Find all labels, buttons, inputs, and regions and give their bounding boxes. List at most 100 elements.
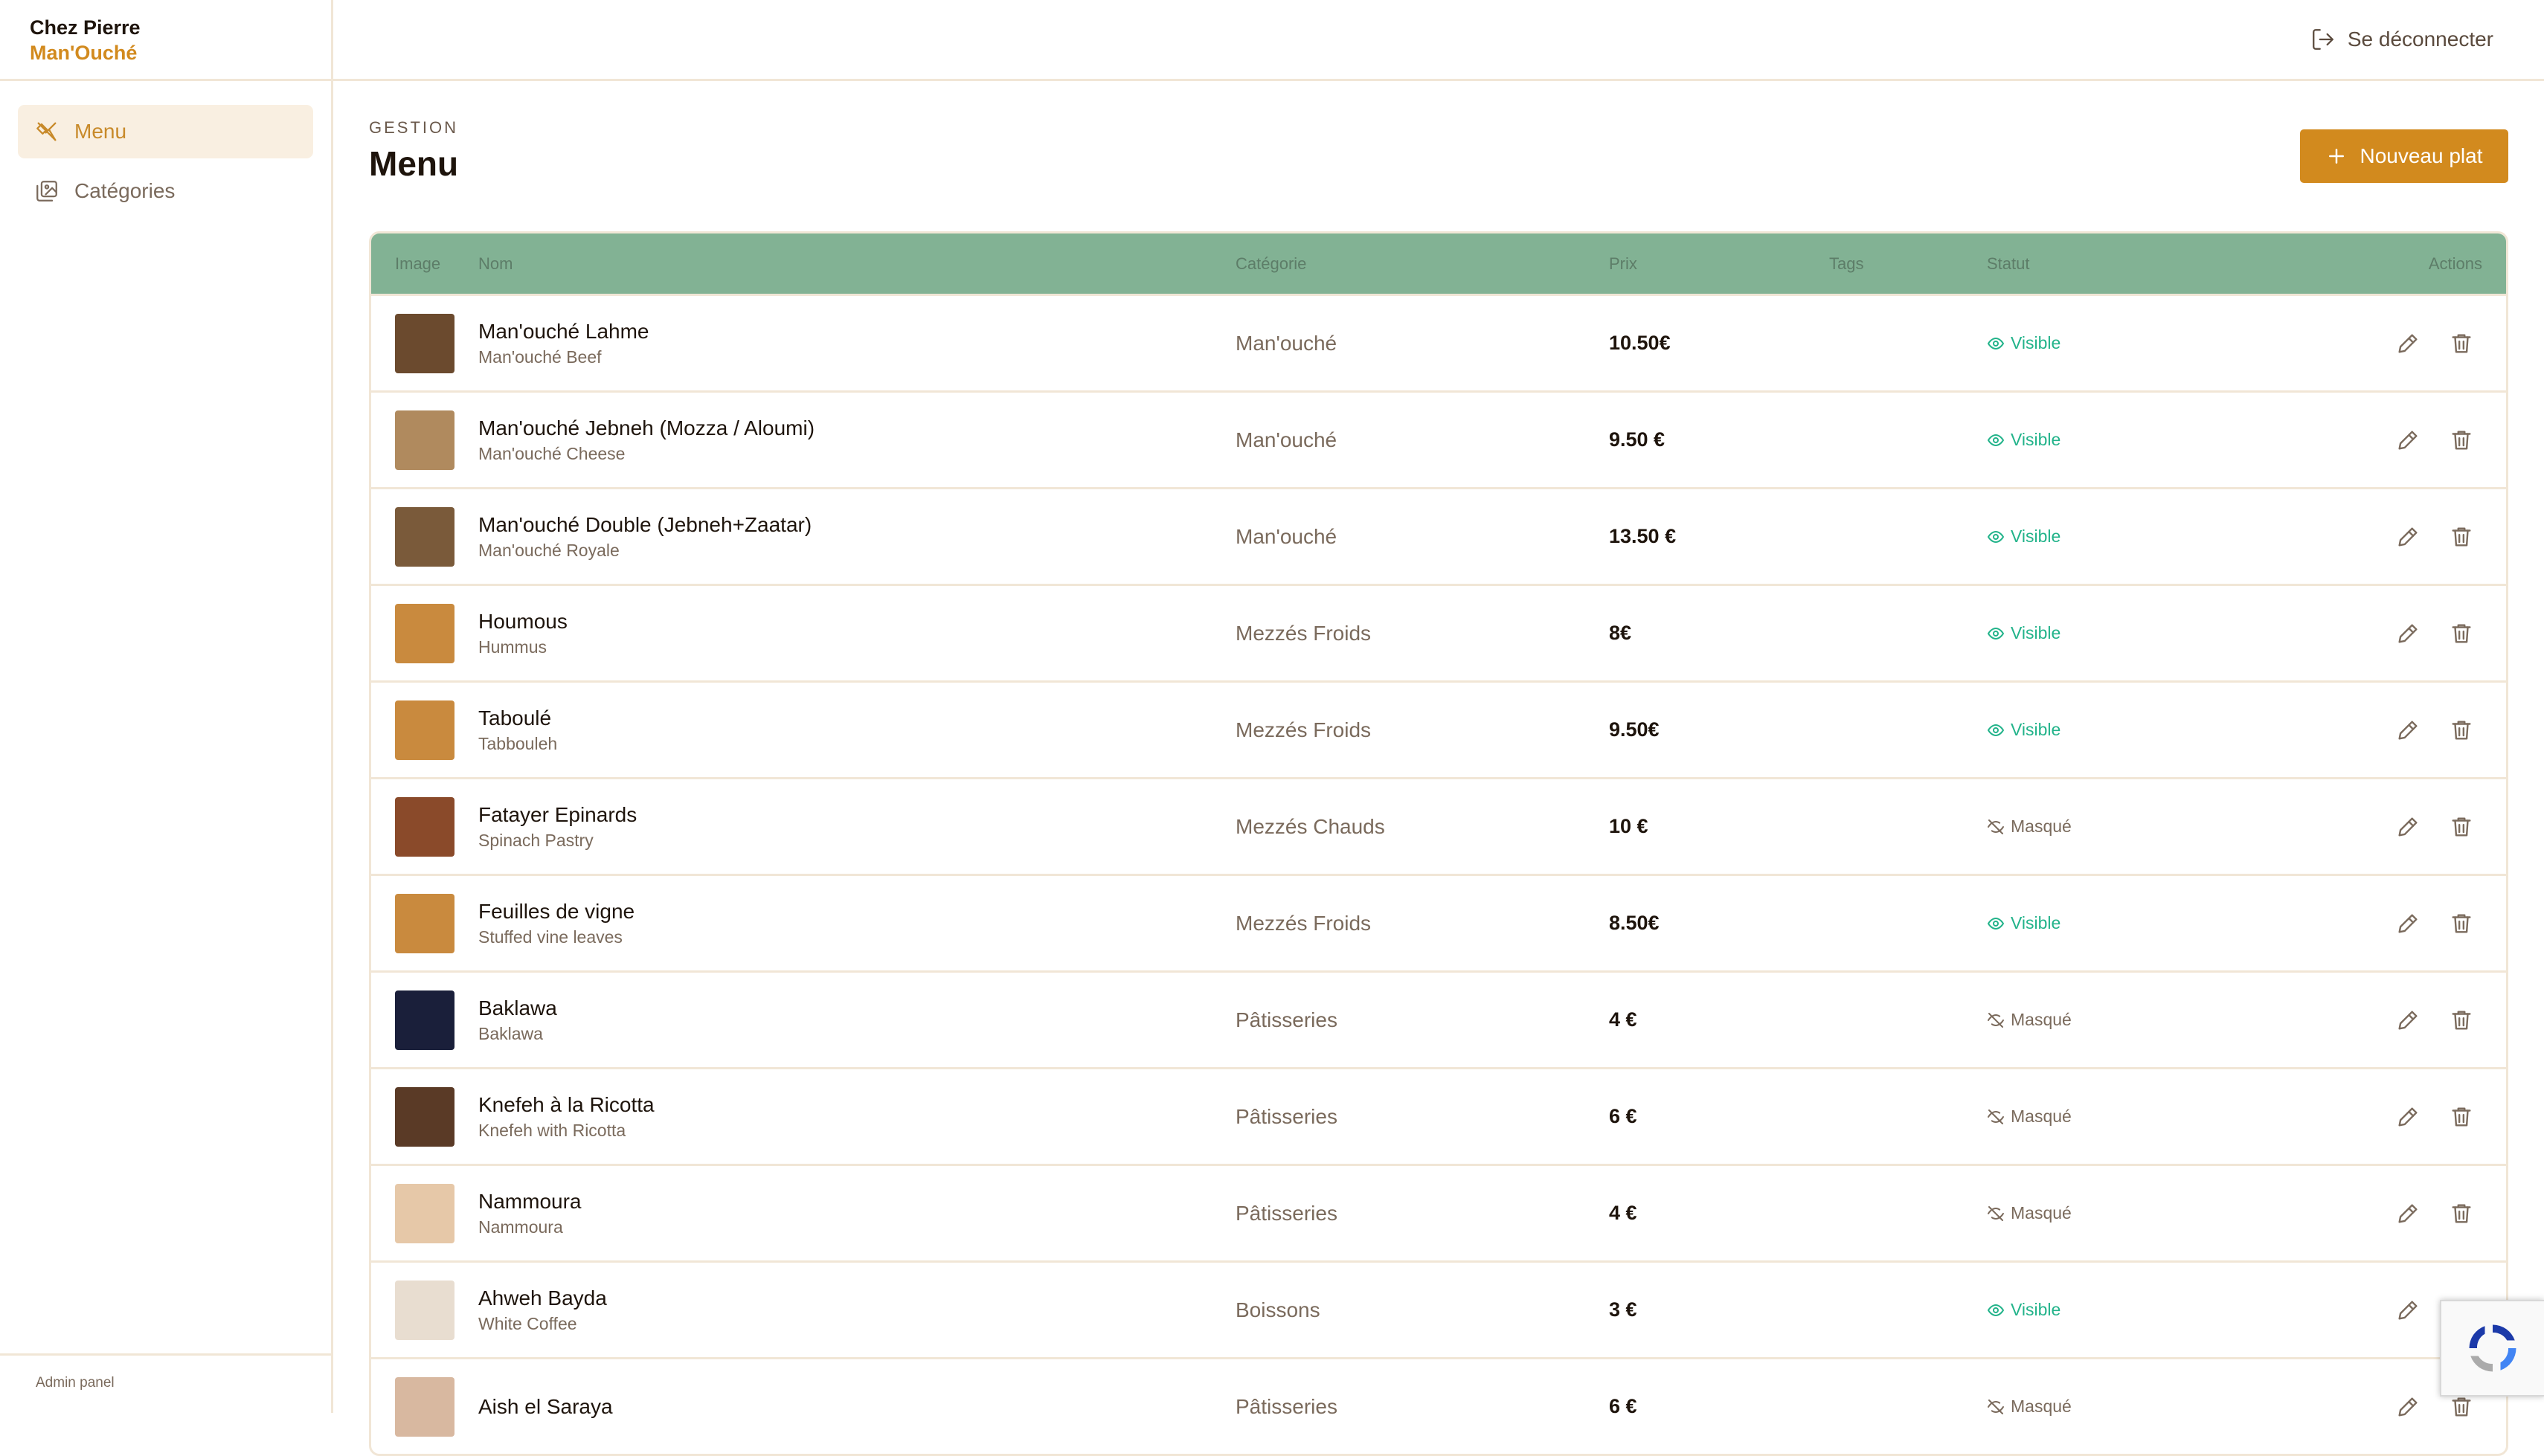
edit-button[interactable]	[2387, 1386, 2429, 1428]
recaptcha-badge[interactable]	[2440, 1300, 2544, 1397]
dish-price: 9.50€	[1609, 718, 1660, 741]
edit-button[interactable]	[2387, 1289, 2429, 1331]
table-row: Knefeh à la Ricotta Knefeh with Ricotta Pâ…	[371, 1067, 2506, 1164]
table-row: Man'ouché Jebneh (Mozza / Aloumi) Man'ouc…	[371, 390, 2506, 487]
dish-price: 3 €	[1609, 1298, 1637, 1321]
status-badge[interactable]: Masqué	[1987, 816, 2284, 837]
dish-name: Man'ouché Lahme	[478, 319, 649, 343]
sidebar-item-categories[interactable]: Catégories	[18, 164, 313, 218]
eye-icon	[1988, 917, 2004, 930]
actions-cell	[2284, 806, 2506, 848]
edit-button[interactable]	[2387, 323, 2429, 364]
edit-button[interactable]	[2387, 1096, 2429, 1138]
dish-price: 9.50 €	[1609, 428, 1666, 451]
actions-cell	[2284, 516, 2506, 558]
dish-name: Man'ouché Double (Jebneh+Zaatar)	[478, 512, 812, 536]
dish-price: 8.50€	[1609, 912, 1660, 934]
status-badge[interactable]: Masqué	[1987, 1203, 2284, 1223]
actions-cell	[2284, 1193, 2506, 1234]
status-badge[interactable]: Masqué	[1987, 1397, 2284, 1417]
dish-subtitle: Nammoura	[478, 1217, 563, 1237]
delete-button[interactable]	[2441, 999, 2482, 1041]
edit-button[interactable]	[2387, 806, 2429, 848]
sidebar-item-menu[interactable]: Menu	[18, 105, 313, 158]
dish-price: 10 €	[1609, 815, 1648, 837]
brand-subname: Man'Ouché	[30, 42, 138, 64]
dish-thumbnail	[395, 506, 454, 567]
edit-button[interactable]	[2387, 1193, 2429, 1234]
status-cell: Visible	[1987, 1300, 2284, 1320]
delete-button[interactable]	[2441, 516, 2482, 558]
delete-button[interactable]	[2441, 903, 2482, 944]
delete-button[interactable]	[2441, 419, 2482, 461]
delete-button[interactable]	[2441, 1193, 2482, 1234]
eye-icon	[1988, 627, 2004, 640]
image-cell	[371, 700, 478, 760]
status-badge[interactable]: Visible	[1987, 1300, 2284, 1320]
table-row: Houmous Hummus Mezzés Froids 8€ Visible	[371, 584, 2506, 680]
dish-thumbnail	[395, 700, 454, 760]
eye-off-icon	[1988, 1109, 2004, 1124]
dish-thumbnail	[395, 603, 454, 663]
eye-icon	[1988, 434, 2004, 446]
status-badge[interactable]: Visible	[1987, 430, 2284, 450]
table-row: Feuilles de vigne Stuffed vine leaves Mezz…	[371, 874, 2506, 970]
status-cell: Visible	[1987, 623, 2284, 643]
status-label: Masqué	[2011, 1397, 2072, 1416]
utensils-icon	[36, 122, 57, 141]
trash-icon	[2452, 1010, 2471, 1030]
edit-button[interactable]	[2387, 419, 2429, 461]
dish-category: Boissons	[1236, 1298, 1320, 1321]
main-content: GESTION Menu Nouveau plat Image Nom Caté…	[369, 81, 2508, 1456]
dish-category: Pâtisseries	[1236, 1201, 1337, 1225]
status-badge[interactable]: Visible	[1987, 526, 2284, 547]
name-cell: Man'ouché Double (Jebneh+Zaatar) Man'ouch…	[478, 512, 1236, 562]
trash-icon	[2452, 1397, 2471, 1417]
trash-icon	[2452, 816, 2471, 837]
dish-thumbnail	[395, 1183, 454, 1243]
status-badge[interactable]: Visible	[1987, 333, 2284, 353]
name-cell: Aish el Saraya	[478, 1394, 1236, 1420]
name-cell: Knefeh à la Ricotta Knefeh with Ricotta	[478, 1092, 1236, 1142]
status-label: Visible	[2011, 720, 2061, 739]
pencil-icon	[2398, 913, 2418, 933]
edit-button[interactable]	[2387, 999, 2429, 1041]
actions-cell	[2284, 903, 2506, 944]
delete-button[interactable]	[2441, 806, 2482, 848]
table-row: Aish el Saraya Pâtisseries 6 € Masqué	[371, 1357, 2506, 1454]
dish-subtitle: Man'ouché Royale	[478, 540, 620, 560]
delete-button[interactable]	[2441, 1096, 2482, 1138]
status-cell: Visible	[1987, 720, 2284, 740]
delete-button[interactable]	[2441, 323, 2482, 364]
eye-off-icon	[1988, 819, 2004, 834]
delete-button[interactable]	[2441, 613, 2482, 654]
logout-icon	[2312, 29, 2333, 50]
pencil-icon	[2398, 1203, 2418, 1223]
pencil-icon	[2398, 1397, 2418, 1417]
edit-button[interactable]	[2387, 613, 2429, 654]
delete-button[interactable]	[2441, 709, 2482, 751]
logout-button[interactable]: Se déconnecter	[2310, 27, 2493, 52]
status-badge[interactable]: Masqué	[1987, 1107, 2284, 1127]
dish-category: Pâtisseries	[1236, 1394, 1337, 1418]
dish-subtitle: Man'ouché Cheese	[478, 443, 626, 463]
status-badge[interactable]: Visible	[1987, 623, 2284, 643]
status-badge[interactable]: Visible	[1987, 913, 2284, 933]
status-badge[interactable]: Visible	[1987, 720, 2284, 740]
dish-category: Mezzés Froids	[1236, 621, 1372, 645]
dish-category: Man'ouché	[1236, 428, 1337, 451]
pencil-icon	[2398, 526, 2418, 547]
trash-icon	[2452, 720, 2471, 740]
table-row: Baklawa Baklawa Pâtisseries 4 € Masqué	[371, 970, 2506, 1067]
new-dish-label: Nouveau plat	[2360, 144, 2483, 167]
table-row: Nammoura Nammoura Pâtisseries 4 € Masqué	[371, 1164, 2506, 1260]
edit-button[interactable]	[2387, 516, 2429, 558]
dish-subtitle: Spinach Pastry	[478, 830, 594, 850]
edit-button[interactable]	[2387, 903, 2429, 944]
actions-cell	[2284, 613, 2506, 654]
status-badge[interactable]: Masqué	[1987, 1010, 2284, 1030]
new-dish-button[interactable]: Nouveau plat	[2300, 129, 2508, 183]
eye-off-icon	[1988, 1012, 2004, 1028]
header-price: Prix	[1609, 254, 1637, 273]
edit-button[interactable]	[2387, 709, 2429, 751]
